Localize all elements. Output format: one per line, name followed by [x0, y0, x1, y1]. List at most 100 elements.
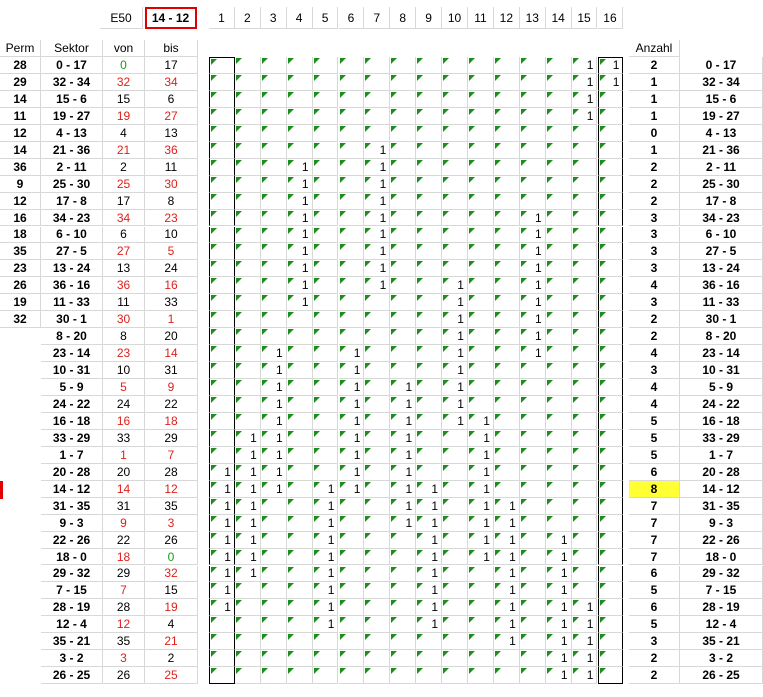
- anzahl-cell[interactable]: 1: [629, 90, 680, 108]
- bis-cell[interactable]: 13: [145, 124, 198, 142]
- grid-cell-col-8[interactable]: [390, 582, 417, 600]
- grid-cell-col-3[interactable]: [260, 277, 287, 295]
- grid-cell-col-9[interactable]: 1: [416, 582, 443, 600]
- sektor-cell[interactable]: 8 - 20: [41, 328, 103, 346]
- perm-cell[interactable]: 12: [0, 124, 41, 142]
- grid-cell-col-14[interactable]: [545, 362, 572, 380]
- grid-cell-col-1[interactable]: [209, 107, 235, 125]
- grid-cell-col-10[interactable]: [442, 599, 468, 617]
- grid-cell-col-15[interactable]: [571, 277, 598, 295]
- grid-cell-col-16[interactable]: [597, 633, 624, 651]
- grid-cell-col-14[interactable]: 1: [545, 633, 572, 651]
- perm-cell[interactable]: 36: [0, 158, 41, 176]
- grid-cell-col-8[interactable]: [390, 175, 417, 193]
- perm-cell[interactable]: 16: [0, 209, 41, 227]
- grid-cell-col-4[interactable]: [286, 582, 313, 600]
- grid-cell-col-11[interactable]: [468, 311, 494, 329]
- grid-cell-col-7[interactable]: [364, 599, 391, 617]
- anzahl-cell[interactable]: 2: [629, 57, 680, 74]
- grid-cell-col-3[interactable]: [260, 294, 287, 312]
- grid-cell-col-10[interactable]: [442, 582, 468, 600]
- grid-cell-col-10[interactable]: [442, 531, 468, 549]
- bis-cell[interactable]: 28: [145, 463, 198, 481]
- von-cell[interactable]: 19: [103, 107, 145, 125]
- grid-cell-col-8[interactable]: [390, 209, 417, 227]
- sektor-cell[interactable]: 10 - 31: [41, 362, 103, 380]
- sektor-cell[interactable]: 28 - 19: [41, 599, 103, 617]
- grid-cell-col-15[interactable]: [571, 497, 598, 515]
- grid-cell-col-10[interactable]: [442, 192, 468, 210]
- bis-cell[interactable]: 9: [145, 379, 198, 396]
- grid-cell-col-6[interactable]: [338, 531, 365, 549]
- von-cell[interactable]: 23: [103, 345, 145, 363]
- grid-cell-col-1[interactable]: 1: [209, 531, 235, 549]
- grid-cell-col-3[interactable]: [260, 90, 287, 108]
- anzahl-cell[interactable]: 3: [629, 362, 680, 380]
- grid-cell-col-16[interactable]: [597, 192, 624, 210]
- grid-cell-col-14[interactable]: [545, 463, 572, 481]
- grid-cell-col-7[interactable]: [364, 294, 391, 312]
- grid-cell-col-13[interactable]: [519, 582, 546, 600]
- grid-cell-col-8[interactable]: 1: [390, 396, 417, 413]
- von-cell[interactable]: 36: [103, 277, 145, 295]
- grid-cell-col-16[interactable]: [597, 650, 624, 668]
- von-cell[interactable]: 2: [103, 158, 145, 176]
- grid-cell-col-9[interactable]: [416, 209, 443, 227]
- column-header[interactable]: 15: [571, 7, 598, 29]
- von-cell[interactable]: 22: [103, 531, 145, 549]
- grid-cell-col-13[interactable]: [519, 650, 546, 668]
- grid-cell-col-7[interactable]: 1: [364, 277, 391, 295]
- grid-cell-col-12[interactable]: 1: [493, 565, 520, 583]
- grid-cell-col-7[interactable]: [364, 633, 391, 651]
- title-cell[interactable]: E50: [100, 7, 143, 29]
- bis-cell[interactable]: 10: [145, 226, 198, 244]
- grid-cell-col-14[interactable]: 1: [545, 582, 572, 600]
- grid-cell-col-4[interactable]: 1: [286, 175, 313, 193]
- grid-cell-col-14[interactable]: [545, 396, 572, 413]
- sektor-cell[interactable]: 22 - 26: [41, 531, 103, 549]
- grid-cell-col-3[interactable]: 1: [260, 345, 287, 363]
- grid-cell-col-11[interactable]: [468, 141, 494, 159]
- grid-cell-col-16[interactable]: [597, 667, 624, 685]
- grid-cell-col-3[interactable]: [260, 107, 287, 125]
- grid-cell-col-4[interactable]: [286, 531, 313, 549]
- anzahl-cell[interactable]: 5: [629, 412, 680, 430]
- anzahl-cell[interactable]: 3: [629, 226, 680, 244]
- sektor-cell[interactable]: 33 - 29: [41, 429, 103, 447]
- grid-cell-col-11[interactable]: [468, 107, 494, 125]
- grid-cell-col-9[interactable]: [416, 446, 443, 464]
- grid-cell-col-10[interactable]: [442, 260, 468, 278]
- grid-cell-col-3[interactable]: 1: [260, 396, 287, 413]
- perm-cell[interactable]: 19: [0, 294, 41, 312]
- grid-cell-col-4[interactable]: [286, 429, 313, 447]
- column-header[interactable]: 11: [468, 7, 494, 29]
- grid-cell-col-12[interactable]: [493, 429, 520, 447]
- grid-cell-col-11[interactable]: [468, 90, 494, 108]
- grid-cell-col-12[interactable]: [493, 379, 520, 396]
- grid-cell-col-14[interactable]: [545, 124, 572, 142]
- grid-cell-col-11[interactable]: 1: [468, 497, 494, 515]
- grid-cell-col-6[interactable]: [338, 175, 365, 193]
- grid-cell-col-2[interactable]: [234, 260, 261, 278]
- column-header[interactable]: 8: [390, 7, 417, 29]
- grid-cell-col-2[interactable]: 1: [234, 548, 261, 566]
- column-header[interactable]: 3: [260, 7, 287, 29]
- bis-cell[interactable]: 5: [145, 243, 198, 261]
- grid-cell-col-9[interactable]: [416, 396, 443, 413]
- perm-cell[interactable]: 11: [0, 107, 41, 125]
- sektor-right-cell[interactable]: 11 - 33: [680, 294, 763, 312]
- grid-cell-col-11[interactable]: 1: [468, 412, 494, 430]
- grid-cell-col-11[interactable]: [468, 294, 494, 312]
- von-cell[interactable]: 25: [103, 175, 145, 193]
- grid-cell-col-13[interactable]: [519, 429, 546, 447]
- grid-cell-col-5[interactable]: 1: [312, 616, 339, 634]
- sektor-right-cell[interactable]: 12 - 4: [680, 616, 763, 634]
- grid-cell-col-13[interactable]: [519, 531, 546, 549]
- sektor-cell[interactable]: 5 - 9: [41, 379, 103, 396]
- grid-cell-col-6[interactable]: [338, 192, 365, 210]
- grid-cell-col-2[interactable]: [234, 124, 261, 142]
- grid-cell-col-10[interactable]: 1: [442, 379, 468, 396]
- grid-cell-col-12[interactable]: [493, 226, 520, 244]
- anzahl-cell[interactable]: 1: [629, 107, 680, 125]
- grid-cell-col-11[interactable]: [468, 73, 494, 91]
